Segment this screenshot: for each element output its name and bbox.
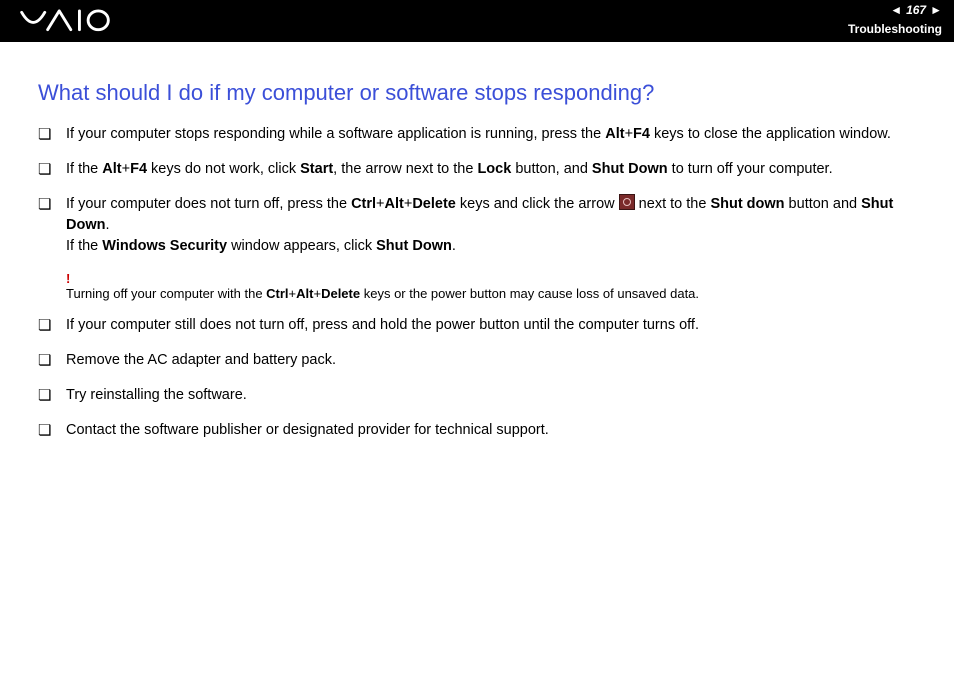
key-ctrl: Ctrl xyxy=(266,286,288,301)
page-navigation: ◄ 167 ► xyxy=(890,3,942,17)
list-item: If your computer still does not turn off… xyxy=(38,315,920,336)
text: If your computer stops responding while … xyxy=(66,126,605,142)
page-header: ◄ 167 ► Troubleshooting xyxy=(0,0,954,42)
list-item: If your computer stops responding while … xyxy=(38,124,920,145)
key-delete: Delete xyxy=(321,286,360,301)
text: button and xyxy=(785,196,862,212)
list-item: If your computer does not turn off, pres… xyxy=(38,194,920,257)
page-content: What should I do if my computer or softw… xyxy=(0,42,954,441)
start-label: Start xyxy=(300,161,333,177)
arrow-button-icon xyxy=(619,194,635,210)
shutdown-label: Shut Down xyxy=(592,161,668,177)
text: keys and click the arrow xyxy=(456,196,619,212)
text: , the arrow next to the xyxy=(333,161,477,177)
text: . xyxy=(452,238,456,254)
page-title: What should I do if my computer or softw… xyxy=(38,80,920,106)
key-f4: F4 xyxy=(130,161,147,177)
text: + xyxy=(289,286,297,301)
page-number: 167 xyxy=(906,3,926,17)
bullet-list: If your computer still does not turn off… xyxy=(38,315,920,441)
list-item: Try reinstalling the software. xyxy=(38,385,920,406)
text: Contact the software publisher or design… xyxy=(66,422,549,438)
key-alt: Alt xyxy=(605,126,624,142)
text: . xyxy=(105,217,109,233)
text: window appears, click xyxy=(227,238,376,254)
warning-note: ! Turning off your computer with the Ctr… xyxy=(66,271,920,301)
text: + xyxy=(313,286,321,301)
windows-security-label: Windows Security xyxy=(102,238,227,254)
text: next to the xyxy=(635,196,711,212)
key-f4: F4 xyxy=(633,126,650,142)
list-item: Remove the AC adapter and battery pack. xyxy=(38,350,920,371)
text: Try reinstalling the software. xyxy=(66,387,247,403)
text: keys or the power button may cause loss … xyxy=(360,286,699,301)
warning-icon: ! xyxy=(66,271,920,286)
text: If the xyxy=(66,161,102,177)
warning-text: Turning off your computer with the Ctrl+… xyxy=(66,286,699,301)
text: keys to close the application window. xyxy=(650,126,891,142)
text: + xyxy=(376,196,384,212)
text: + xyxy=(122,161,130,177)
key-delete: Delete xyxy=(412,196,456,212)
text: Remove the AC adapter and battery pack. xyxy=(66,352,336,368)
key-ctrl: Ctrl xyxy=(351,196,376,212)
list-item: Contact the software publisher or design… xyxy=(38,420,920,441)
key-alt: Alt xyxy=(102,161,121,177)
key-alt: Alt xyxy=(385,196,404,212)
text: to turn off your computer. xyxy=(668,161,833,177)
text: keys do not work, click xyxy=(147,161,300,177)
bullet-list: If your computer stops responding while … xyxy=(38,124,920,257)
prev-page-arrow[interactable]: ◄ xyxy=(890,3,902,17)
shutdown-label: Shut down xyxy=(710,196,784,212)
lock-label: Lock xyxy=(477,161,511,177)
text: Turning off your computer with the xyxy=(66,286,266,301)
key-alt: Alt xyxy=(296,286,313,301)
shutdown-label: Shut Down xyxy=(376,238,452,254)
text: If your computer still does not turn off… xyxy=(66,317,699,333)
text: If your computer does not turn off, pres… xyxy=(66,196,351,212)
next-page-arrow[interactable]: ► xyxy=(930,3,942,17)
text: + xyxy=(625,126,633,142)
text: button, and xyxy=(511,161,592,177)
vaio-logo xyxy=(18,8,138,34)
section-label: Troubleshooting xyxy=(848,22,942,36)
text: If the xyxy=(66,238,102,254)
list-item: If the Alt+F4 keys do not work, click St… xyxy=(38,159,920,180)
